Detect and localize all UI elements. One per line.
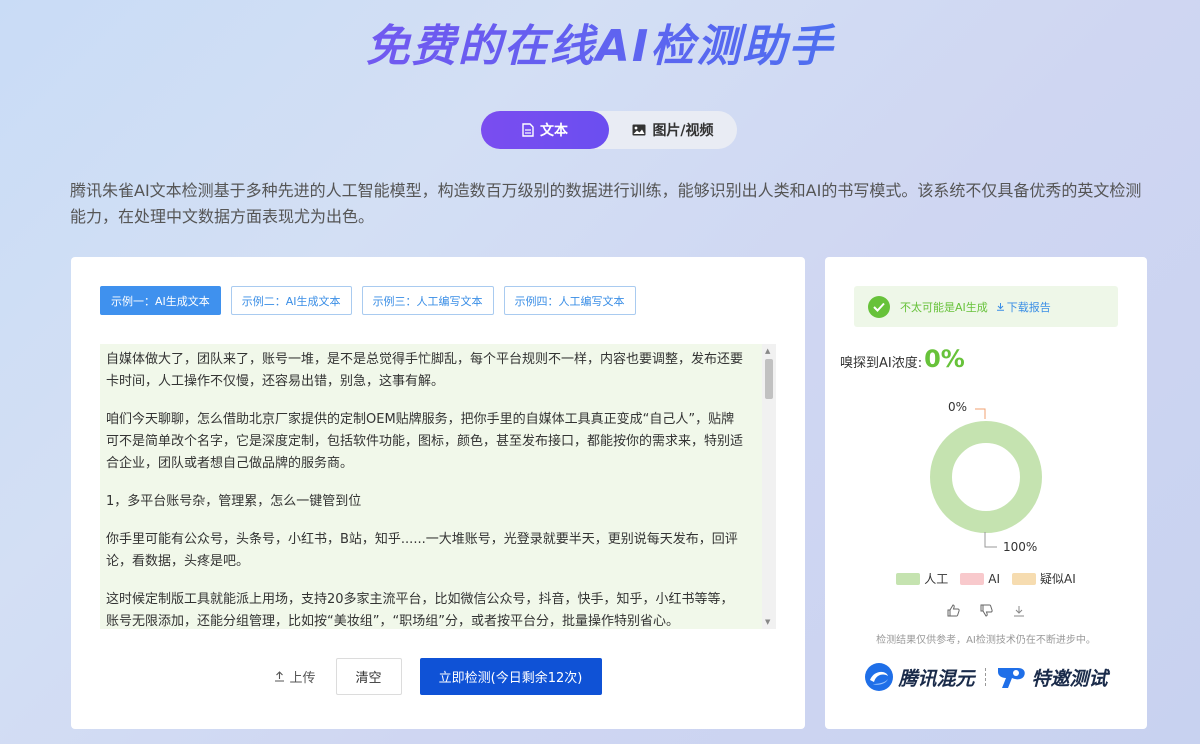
feedback-bar — [825, 602, 1147, 621]
example-buttons: 示例一：AI生成文本 示例二：AI生成文本 示例三：人工编写文本 示例四：人工编… — [100, 286, 646, 315]
detect-button[interactable]: 立即检测(今日剩余12次) — [419, 658, 602, 695]
download-report-label: 下载报告 — [1006, 300, 1051, 314]
check-icon — [868, 295, 890, 318]
brand-divider — [984, 668, 986, 686]
clear-button[interactable]: 清空 — [335, 658, 402, 695]
brand-logos: 腾讯混元 特邀测试 — [825, 662, 1147, 692]
chart-label-bottom: 100% — [1003, 540, 1037, 554]
brand-hunyuan: 腾讯混元 — [898, 667, 975, 690]
thumbs-up-icon[interactable] — [947, 602, 960, 621]
brand-special-test: 特邀测试 — [1031, 667, 1108, 690]
page-title: 免费的在线AI检测助手 — [0, 10, 1200, 74]
legend-item-suspected-ai[interactable]: 疑似AI — [1012, 570, 1076, 587]
text-input[interactable]: 自媒体做大了，团队来了，账号一堆，是不是总觉得手忙脚乱，每个平台规则不一样，内容… — [100, 344, 776, 629]
scrollbar-thumb[interactable] — [765, 359, 773, 399]
text-paragraph: 这时候定制版工具就能派上用场，支持20多家主流平台，比如微信公众号，抖音，快手，… — [106, 592, 734, 629]
description: 腾讯朱雀AI文本检测基于多种先进的人工智能模型，构造数百万级别的数据进行训练，能… — [70, 181, 1142, 226]
download-icon[interactable] — [1013, 602, 1025, 621]
legend-swatch — [1012, 572, 1036, 585]
text-paragraph: 你手里可能有公众号，头条号，小红书，B站，知乎......一大堆账号，光登录就要… — [106, 532, 738, 569]
legend-label: AI — [988, 571, 1000, 586]
hunyuan-logo-icon — [865, 663, 894, 691]
image-icon — [632, 124, 646, 136]
tab-text[interactable]: 文本 — [481, 111, 609, 149]
tab-text-label: 文本 — [540, 123, 568, 139]
text-paragraph: 1，多平台账号杂，管理累，怎么一键管到位 — [106, 494, 362, 509]
document-icon — [522, 123, 534, 137]
legend-label: 疑似AI — [1040, 572, 1076, 586]
text-paragraph: 咱们今天聊聊，怎么借助北京厂家提供的定制OEM贴牌服务，把你手里的自媒体工具真正… — [106, 412, 744, 471]
legend-item-ai[interactable]: AI — [960, 570, 1000, 587]
result-banner: 不太可能是AI生成 下载报告 — [854, 286, 1118, 327]
mode-tabs: 文本 图片/视频 — [481, 111, 737, 149]
download-report-link[interactable]: 下载报告 — [996, 299, 1051, 315]
ai-density-label: 嗅探到AI浓度: — [840, 356, 923, 371]
result-panel: 不太可能是AI生成 下载报告 嗅探到AI浓度: 0% 0% 100% 人工 AI… — [825, 257, 1147, 729]
chart-label-top: 0% — [948, 400, 967, 414]
tab-image-video-label: 图片/视频 — [652, 123, 714, 139]
legend-item-human[interactable]: 人工 — [896, 570, 948, 587]
donut-slice-人工[interactable] — [930, 421, 1042, 533]
upload-icon — [275, 671, 285, 682]
legend-swatch — [896, 572, 921, 585]
disclaimer: 检测结果仅供参考，AI检测技术仍在不断进步中。 — [876, 635, 1096, 646]
legend-label: 人工 — [924, 572, 949, 586]
chart-legend: 人工 AI 疑似AI — [825, 570, 1147, 587]
tab-image-video[interactable]: 图片/视频 — [609, 111, 737, 149]
ai-density: 嗅探到AI浓度: 0% — [840, 345, 965, 373]
ai-density-value: 0% — [924, 345, 965, 373]
upload-label: 上传 — [289, 671, 316, 686]
scroll-up-icon[interactable]: ▲ — [765, 347, 770, 355]
upload-button[interactable]: 上传 — [274, 667, 316, 686]
example-3-button[interactable]: 示例三：人工编写文本 — [361, 286, 494, 315]
example-2-button[interactable]: 示例二：AI生成文本 — [230, 286, 352, 315]
legend-swatch — [960, 572, 985, 585]
scroll-down-icon[interactable]: ▼ — [765, 618, 770, 626]
scrollbar[interactable]: ▲ ▼ — [762, 344, 776, 629]
input-panel: 示例一：AI生成文本 示例二：AI生成文本 示例三：人工编写文本 示例四：人工编… — [71, 257, 805, 729]
result-verdict: 不太可能是AI生成 — [900, 300, 988, 314]
example-1-button[interactable]: 示例一：AI生成文本 — [100, 286, 221, 315]
donut-chart: 0% 100% — [930, 400, 1042, 554]
special-test-logo-icon — [997, 668, 1025, 688]
text-paragraph: 自媒体做大了，团队来了，账号一堆，是不是总觉得手忙脚乱，每个平台规则不一样，内容… — [106, 352, 744, 389]
download-icon — [996, 302, 1004, 311]
label-leader-bottom — [984, 532, 997, 548]
thumbs-down-icon[interactable] — [980, 602, 993, 621]
label-leader-top — [975, 408, 986, 419]
example-4-button[interactable]: 示例四：人工编写文本 — [503, 286, 636, 315]
action-bar: 上传 清空 立即检测(今日剩余12次) — [71, 658, 805, 695]
